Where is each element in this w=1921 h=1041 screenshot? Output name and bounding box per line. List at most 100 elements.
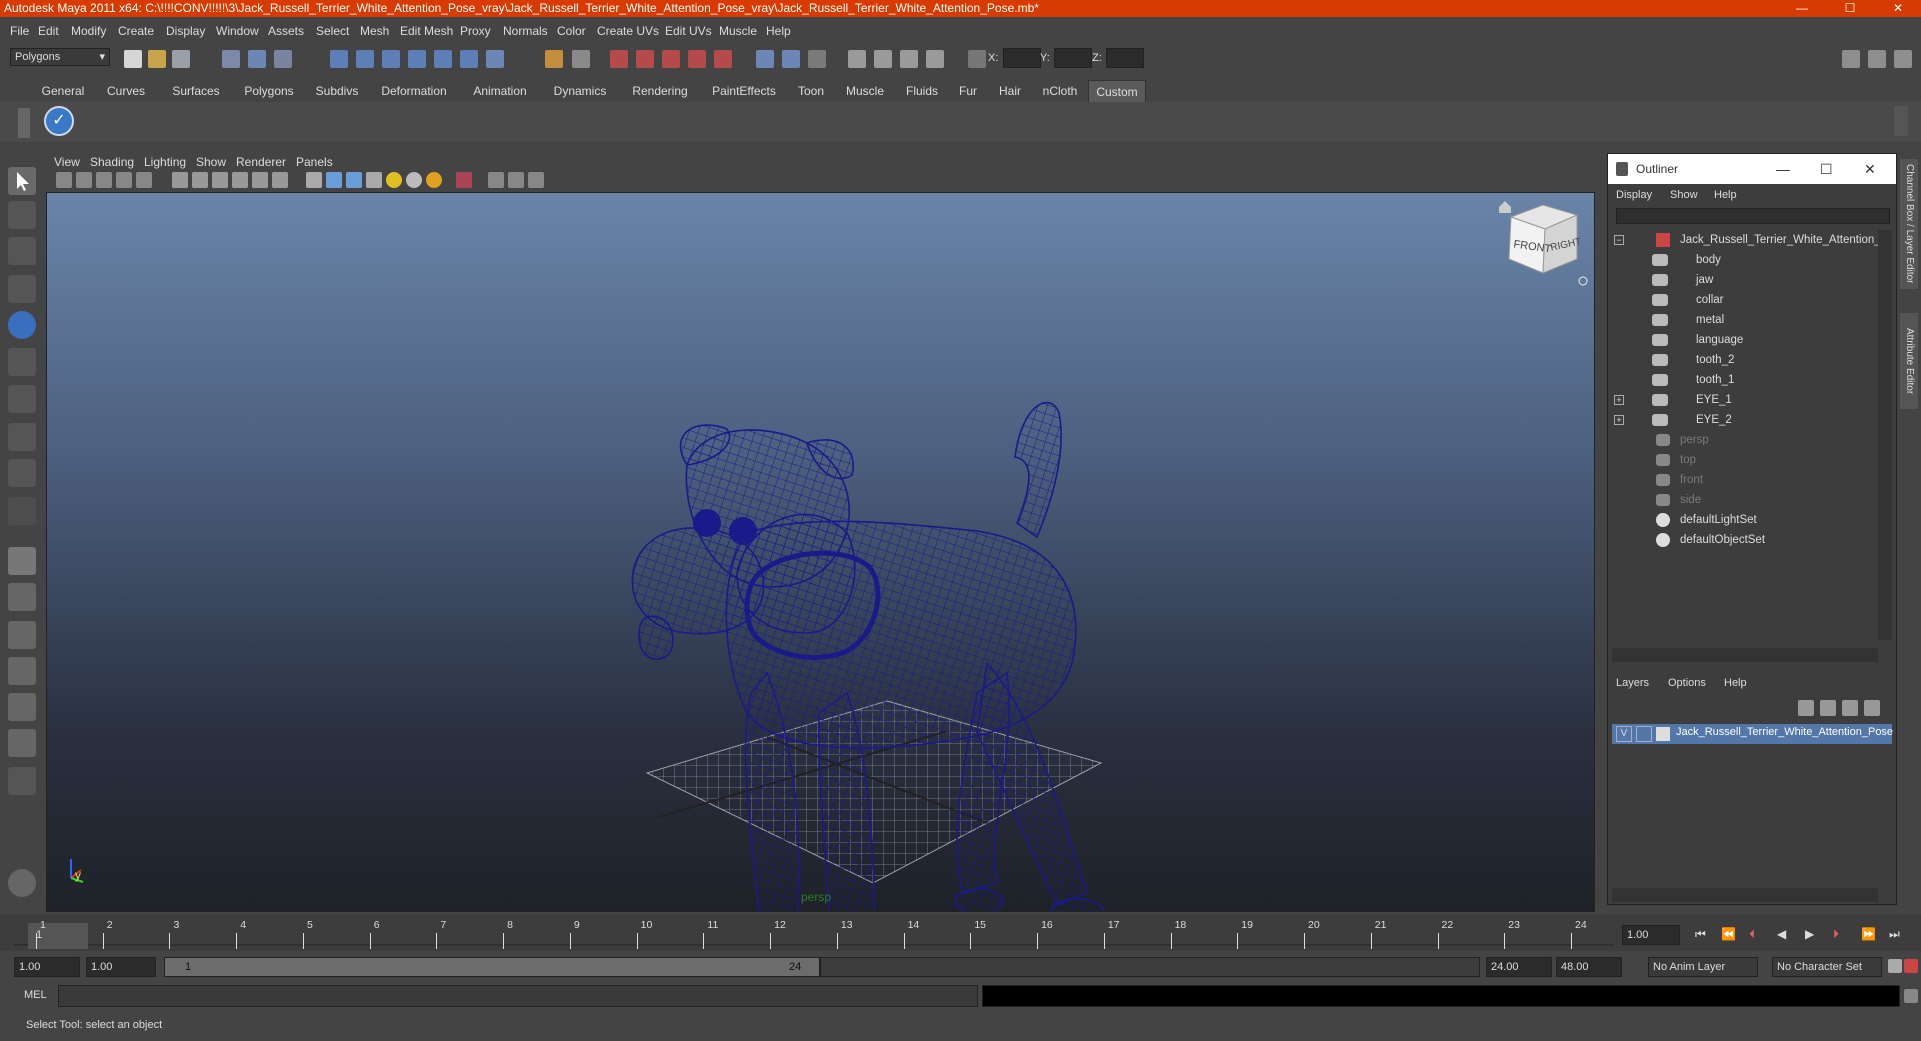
outliner-item-language[interactable]: language — [1608, 330, 1878, 350]
tab-surfaces[interactable]: Surfaces — [160, 80, 232, 102]
open-scene-icon[interactable] — [148, 50, 166, 68]
outliner-menu-show[interactable]: Show — [1670, 189, 1698, 201]
safe-title-icon[interactable] — [272, 172, 288, 188]
tab-dynamics[interactable]: Dynamics — [542, 80, 618, 102]
select-tool-icon[interactable] — [8, 167, 36, 195]
grid-toggle-icon[interactable] — [136, 172, 152, 188]
outliner-item-jaw[interactable]: jaw — [1608, 270, 1878, 290]
playback-start-field[interactable]: 1.00 — [86, 957, 156, 977]
xray-joints-icon[interactable] — [508, 172, 524, 188]
tab-channel-box[interactable]: Channel Box / Layer Editor — [1900, 159, 1918, 289]
snap-curve-icon[interactable] — [356, 50, 374, 68]
range-slider-track[interactable] — [820, 957, 1480, 977]
menu-create-uvs[interactable]: Create UVs — [597, 24, 659, 38]
universal-manipulator-icon[interactable] — [8, 385, 36, 413]
menu-edit-mesh[interactable]: Edit Mesh — [400, 24, 453, 38]
menu-select[interactable]: Select — [316, 24, 349, 38]
perspective-viewport[interactable]: y persp FRONT RIGHT — [46, 192, 1595, 912]
show-manipulator-icon[interactable] — [8, 459, 36, 487]
maximize-button[interactable]: ☐ — [1830, 0, 1870, 17]
expand-icon[interactable]: + — [1614, 395, 1624, 405]
menu-assets[interactable]: Assets — [268, 24, 304, 38]
shelf-scroll-icon[interactable] — [1894, 106, 1908, 136]
outliner-item-persp[interactable]: persp — [1608, 430, 1878, 450]
go-to-start-button[interactable]: ⏮ — [1695, 927, 1706, 942]
menu-muscle[interactable]: Muscle — [719, 24, 757, 38]
shelf-menu-icon[interactable] — [18, 108, 30, 138]
tab-fur[interactable]: Fur — [950, 80, 986, 102]
camera-select-icon[interactable] — [56, 172, 72, 188]
construction-history-icon[interactable] — [572, 50, 590, 68]
bookmark-icon[interactable] — [96, 172, 112, 188]
attribute-toggle-icon[interactable] — [1894, 50, 1912, 68]
tool-settings-icon[interactable] — [808, 50, 826, 68]
hypershade-layout-icon[interactable] — [8, 693, 36, 721]
outliner-toggle-icon[interactable] — [874, 50, 892, 68]
tab-subdivs[interactable]: Subdivs — [306, 80, 368, 102]
tab-polygons[interactable]: Polygons — [234, 80, 304, 102]
new-scene-icon[interactable] — [124, 50, 142, 68]
outliner-item-tooth-1[interactable]: tooth_1 — [1608, 370, 1878, 390]
current-frame-field[interactable]: 1.00 — [1622, 925, 1680, 945]
layer-move-up-icon[interactable] — [1842, 700, 1858, 716]
menu-display[interactable]: Display — [166, 24, 205, 38]
single-perspective-layout-icon[interactable] — [8, 547, 36, 575]
safe-action-icon[interactable] — [252, 172, 268, 188]
tab-curves[interactable]: Curves — [96, 80, 156, 102]
animation-preferences-icon[interactable] — [1904, 959, 1918, 973]
tab-muscle[interactable]: Muscle — [836, 80, 894, 102]
outliner-menu-display[interactable]: Display — [1616, 189, 1652, 201]
last-tool-icon[interactable] — [8, 497, 36, 525]
soft-modification-icon[interactable] — [8, 423, 36, 451]
channel-box-icon[interactable] — [756, 50, 774, 68]
input-ops-icon[interactable] — [545, 50, 563, 68]
viewport-menu-renderer[interactable]: Renderer — [236, 155, 286, 169]
step-forward-frame-button[interactable]: ⏵ — [1833, 927, 1839, 942]
viewport-menu-shading[interactable]: Shading — [90, 155, 134, 169]
tab-deformation[interactable]: Deformation — [370, 80, 458, 102]
menu-modify[interactable]: Modify — [71, 24, 106, 38]
tab-fluids[interactable]: Fluids — [896, 80, 948, 102]
z-field[interactable] — [1106, 48, 1144, 68]
select-hierarchy-icon[interactable] — [222, 50, 240, 68]
menu-help[interactable]: Help — [766, 24, 791, 38]
tab-custom[interactable]: Custom — [1088, 80, 1146, 102]
custom-layout-icon[interactable] — [8, 767, 36, 795]
close-button[interactable]: ✕ — [1878, 0, 1918, 17]
field-chart-icon[interactable] — [232, 172, 248, 188]
menu-proxy[interactable]: Proxy — [460, 24, 491, 38]
image-plane-icon[interactable] — [116, 172, 132, 188]
help-icon[interactable] — [486, 50, 504, 68]
outliner-item-side[interactable]: side — [1608, 490, 1878, 510]
lasso-tool-icon[interactable] — [8, 201, 36, 229]
outliner-item-eye-2[interactable]: + EYE_2 — [1608, 410, 1878, 430]
viewport-menu-view[interactable]: View — [54, 155, 80, 169]
move-tool-icon[interactable] — [8, 275, 36, 303]
gate-mask-icon[interactable] — [212, 172, 228, 188]
outliner-item-root[interactable]: − Jack_Russell_Terrier_White_Attention_P — [1608, 230, 1888, 250]
menu-edit-uvs[interactable]: Edit UVs — [665, 24, 712, 38]
camera-attributes-icon[interactable] — [76, 172, 92, 188]
menu-edit[interactable]: Edit — [38, 24, 59, 38]
outliner-item-metal[interactable]: metal — [1608, 310, 1878, 330]
shadows-icon[interactable] — [426, 172, 442, 188]
layer-row[interactable]: V Jack_Russell_Terrier_White_Attention_P… — [1612, 724, 1893, 744]
xray-components-icon[interactable] — [528, 172, 544, 188]
command-input[interactable] — [58, 985, 978, 1007]
smooth-shade-icon[interactable] — [326, 172, 342, 188]
anim-layer-dropdown[interactable]: No Anim Layer — [1648, 957, 1758, 977]
step-back-frame-button[interactable]: ⏴ — [1749, 927, 1755, 942]
outliner-maximize-button[interactable]: ☐ — [1820, 154, 1833, 184]
quick-layout-icon[interactable] — [8, 869, 36, 897]
hypershade-icon[interactable] — [714, 50, 732, 68]
outliner-item-tooth-2[interactable]: tooth_2 — [1608, 350, 1878, 370]
tab-painteffects[interactable]: PaintEffects — [702, 80, 786, 102]
animation-end-field[interactable]: 48.00 — [1556, 957, 1622, 977]
new-layer-icon[interactable] — [1798, 700, 1814, 716]
character-set-dropdown[interactable]: No Character Set — [1772, 957, 1882, 977]
menu-window[interactable]: Window — [216, 24, 259, 38]
y-field[interactable] — [1054, 48, 1092, 68]
layer-type-toggle[interactable] — [1636, 726, 1652, 742]
checkmark-icon[interactable]: ✓ — [44, 106, 74, 136]
outliner-vertical-scrollbar[interactable] — [1878, 230, 1892, 640]
